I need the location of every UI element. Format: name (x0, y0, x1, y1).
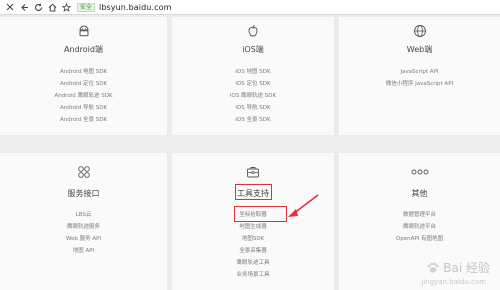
tool-link[interactable]: 全景采集器 (172, 245, 334, 257)
browser-toolbar: 安全 lbsyun.baidu.com (0, 0, 500, 15)
back-icon[interactable] (17, 0, 31, 14)
sdk-link[interactable]: Android 鹰眼轨迹 SDK (0, 90, 167, 102)
sdk-link[interactable]: iOS 导航 SDK (172, 102, 334, 114)
link-list: JavaScript API 微信小程序 JavaScript API (339, 66, 500, 90)
platform-link[interactable]: OpenAPI 有图地图 (339, 233, 500, 245)
panel-title: 其他 (411, 189, 428, 198)
panel-title: iOS端 (242, 45, 264, 54)
paw-icon (427, 262, 439, 273)
tool-link[interactable]: 地图生成器 (172, 221, 334, 233)
sdk-link[interactable]: iOS 定位 SDK (172, 78, 334, 90)
api-link[interactable]: 微信小程序 JavaScript API (339, 78, 500, 90)
watermark: Bai 经验 (426, 259, 490, 276)
star-icon[interactable] (59, 0, 73, 14)
service-link[interactable]: Web 服务 API (0, 233, 167, 245)
tool-link[interactable]: 地图SDK (172, 233, 334, 245)
sdk-link[interactable]: iOS 全景 SDK (172, 114, 334, 126)
sdk-link[interactable]: iOS 地图 SDK (172, 66, 334, 78)
panel-title: Web端 (406, 45, 433, 54)
link-list: LBS云 鹰眼轨迹服务 Web 服务 API 地图 API (0, 209, 167, 257)
panel-web: Web端 JavaScript API 微信小程序 JavaScript API (339, 17, 500, 135)
url-text[interactable]: lbsyun.baidu.com (99, 3, 171, 12)
address-bar[interactable]: 安全 lbsyun.baidu.com (77, 2, 171, 12)
tool-link[interactable]: 鹰眼轨迹工具 (172, 257, 334, 269)
panel-android: Android端 Android 地图 SDK Android 定位 SDK A… (0, 17, 167, 135)
highlight-tools-title (235, 184, 272, 200)
sdk-link[interactable]: Android 全景 SDK (0, 114, 167, 126)
service-link[interactable]: 地图 API (0, 245, 167, 257)
highlight-coordinate-picker (234, 206, 287, 222)
sdk-link[interactable]: Android 导航 SDK (0, 102, 167, 114)
close-icon[interactable] (3, 0, 17, 14)
panel-title: Android端 (64, 45, 103, 54)
watermark-url: jingyan.baidu.com (421, 278, 486, 286)
service-link[interactable]: LBS云 (0, 209, 167, 221)
toolbox-icon (246, 165, 260, 179)
android-icon (77, 24, 91, 38)
panel-service: 服务接口 LBS云 鹰眼轨迹服务 Web 服务 API 地图 API (0, 153, 167, 290)
tool-link[interactable]: 业务场景工具 (172, 269, 334, 281)
page: 安全 lbsyun.baidu.com Android端 Android 地图 … (0, 0, 500, 290)
link-list: iOS 地图 SDK iOS 定位 SDK iOS 鹰眼轨迹 SDK iOS 导… (172, 66, 334, 126)
sdk-link[interactable]: iOS 鹰眼轨迹 SDK (172, 90, 334, 102)
sdk-link[interactable]: Android 地图 SDK (0, 66, 167, 78)
api-link[interactable]: JavaScript API (339, 66, 500, 78)
more-icon (411, 168, 429, 176)
platform-link[interactable]: 数据管理平台 (339, 209, 500, 221)
red-arrow (288, 194, 319, 217)
apple-icon (246, 24, 260, 38)
service-link[interactable]: 鹰眼轨迹服务 (0, 221, 167, 233)
panel-ios: iOS端 iOS 地图 SDK iOS 定位 SDK iOS 鹰眼轨迹 SDK … (172, 17, 334, 135)
watermark-text: Bai 经验 (443, 261, 490, 275)
reload-icon[interactable] (31, 0, 45, 14)
home-icon[interactable] (45, 0, 59, 14)
grid-icon (77, 165, 91, 179)
globe-icon (413, 24, 427, 38)
secure-badge: 安全 (77, 2, 96, 12)
panel-title: 服务接口 (67, 189, 100, 198)
link-list: Android 地图 SDK Android 定位 SDK Android 鹰眼… (0, 66, 167, 126)
sdk-link[interactable]: Android 定位 SDK (0, 78, 167, 90)
link-list: 数据管理平台 鹰眼轨迹平台 OpenAPI 有图地图 (339, 209, 500, 245)
platform-link[interactable]: 鹰眼轨迹平台 (339, 221, 500, 233)
